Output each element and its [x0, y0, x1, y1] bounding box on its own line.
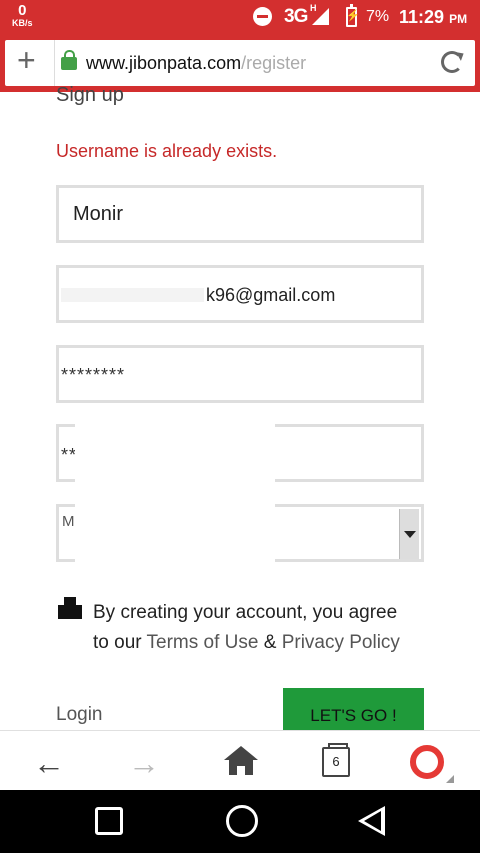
- network-speed: 0 KB/s: [12, 3, 33, 28]
- password-field[interactable]: ********: [56, 345, 424, 403]
- email-value: k96@gmail.com: [206, 285, 336, 305]
- battery-charging-icon: [346, 4, 360, 27]
- redaction-block-2: [75, 500, 275, 566]
- select-value: M: [62, 513, 75, 530]
- redaction-block: [75, 420, 275, 488]
- url-text[interactable]: www.jibonpata.com/register: [86, 53, 306, 74]
- consent-line-1: By creating your account, you agree: [93, 602, 398, 623]
- new-tab-plus-icon[interactable]: +: [17, 44, 36, 76]
- username-field[interactable]: Monir: [56, 185, 424, 243]
- opera-menu-icon[interactable]: [410, 745, 454, 783]
- system-nav-bar: [0, 790, 480, 853]
- lock-icon[interactable]: [61, 50, 77, 70]
- forward-arrow-icon[interactable]: →: [128, 747, 160, 779]
- recent-apps-icon[interactable]: [95, 807, 123, 835]
- consent-amp: &: [258, 632, 282, 653]
- address-bar[interactable]: + www.jibonpata.com/register: [5, 40, 475, 86]
- reload-icon[interactable]: [441, 51, 463, 73]
- url-host: www.jibonpata.com: [86, 53, 242, 73]
- toolbar-divider: [54, 40, 55, 86]
- home-icon[interactable]: [224, 746, 258, 776]
- browser-bottom-bar: ← → 6: [0, 730, 480, 790]
- login-link[interactable]: Login: [56, 704, 103, 726]
- submit-button[interactable]: LET'S GO !: [283, 688, 424, 730]
- username-value: Monir: [73, 203, 124, 225]
- battery-percent: 7%: [366, 8, 390, 25]
- signal-icon: [312, 8, 329, 25]
- network-type: 3G: [284, 6, 308, 27]
- error-message: Username is already exists.: [56, 141, 278, 161]
- status-bar: 0 KB/s 3G H 7% 11:29 PM: [0, 0, 480, 35]
- dropdown-arrow-icon[interactable]: [399, 509, 419, 559]
- checkbox-icon[interactable]: [58, 597, 82, 619]
- url-path: /register: [241, 53, 307, 73]
- back-arrow-icon[interactable]: ←: [33, 747, 65, 779]
- terms-link[interactable]: Terms of Use: [147, 632, 259, 653]
- email-field[interactable]: k96@gmail.com: [56, 265, 424, 323]
- clock-ampm: PM: [449, 12, 468, 26]
- consent-text: By creating your account, you agree to o…: [93, 598, 400, 658]
- speed-value: 0: [18, 2, 27, 19]
- page-heading: Sign up: [56, 84, 124, 106]
- clock-time: 11:29: [399, 7, 445, 27]
- consent-to: to our: [93, 632, 147, 653]
- do-not-disturb-icon: [253, 7, 272, 26]
- redaction-mark: [61, 288, 204, 302]
- consent-line-2: to our Terms of Use & Privacy Policy: [93, 628, 400, 658]
- system-back-icon[interactable]: [358, 806, 385, 836]
- privacy-link[interactable]: Privacy Policy: [282, 632, 400, 653]
- clock: 11:29 PM: [399, 7, 467, 28]
- password-mask: ********: [61, 365, 126, 385]
- speed-unit: KB/s: [12, 18, 33, 28]
- system-home-icon[interactable]: [226, 805, 258, 837]
- tabs-counter-icon[interactable]: 6: [322, 743, 350, 777]
